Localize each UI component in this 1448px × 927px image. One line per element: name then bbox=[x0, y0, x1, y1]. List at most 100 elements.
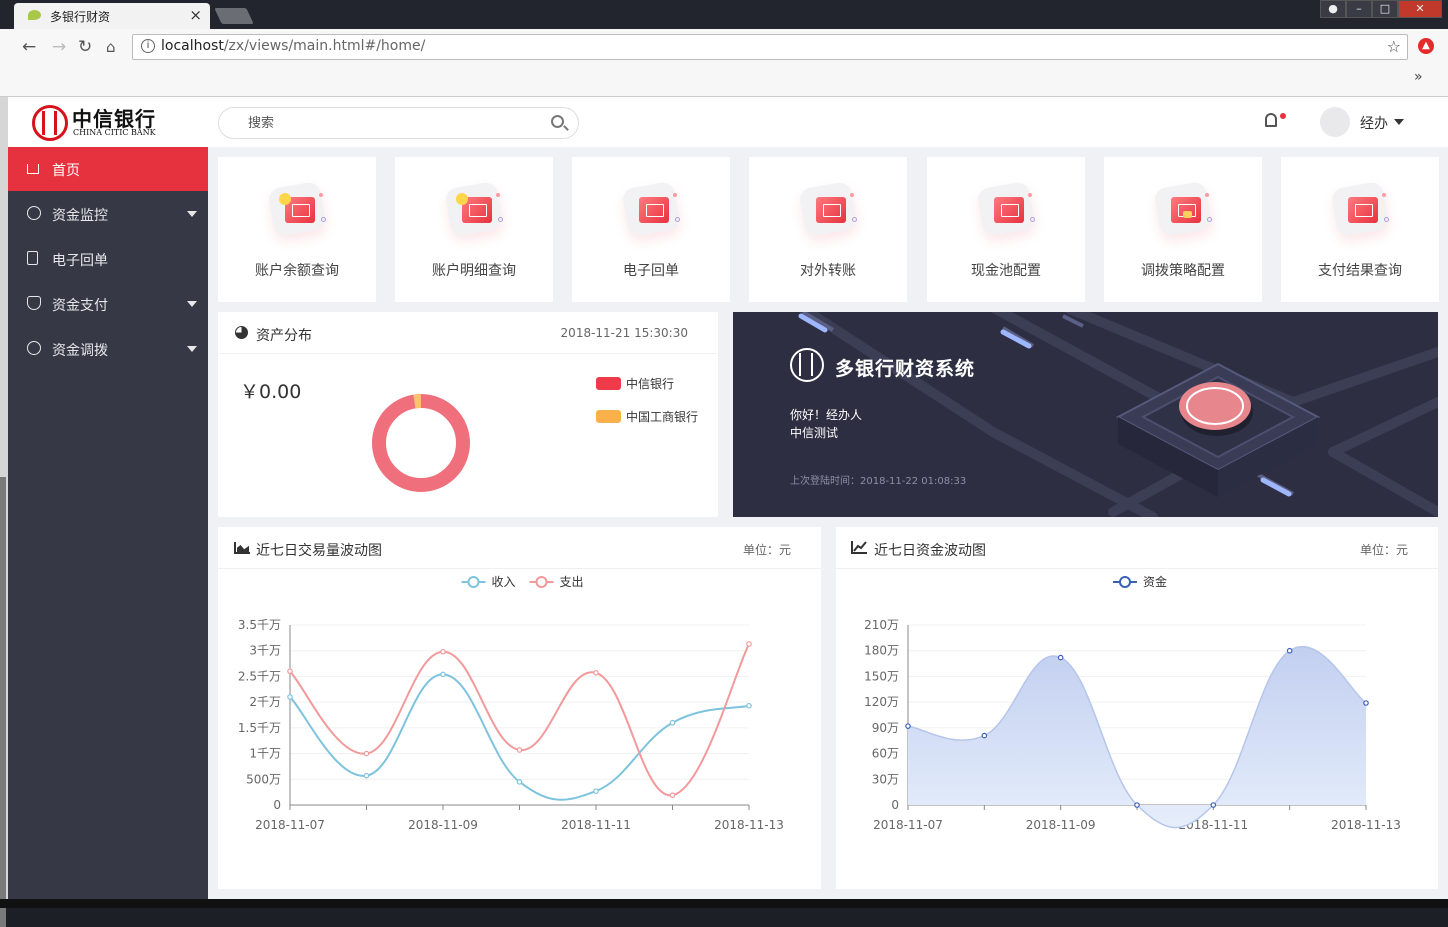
asset-donut-chart bbox=[372, 394, 470, 492]
clock-icon bbox=[27, 206, 41, 220]
data-point bbox=[746, 641, 752, 647]
tile-e-receipt[interactable]: 电子回单 bbox=[572, 157, 730, 302]
asset-distribution-panel: 资产分布 2018-11-21 15:30:30 ￥0.00 中信银行 中国工商… bbox=[218, 312, 718, 517]
document-icon bbox=[27, 251, 38, 265]
bookmark-star-icon[interactable]: ☆ bbox=[1387, 37, 1401, 56]
legend-item-citic[interactable]: 中信银行 bbox=[596, 375, 674, 392]
legend-marker bbox=[1119, 576, 1131, 588]
y-tick-label: 2千万 bbox=[249, 695, 281, 709]
citic-logo-icon bbox=[32, 105, 68, 141]
search-box bbox=[218, 107, 579, 139]
data-point bbox=[440, 648, 446, 655]
y-tick-label: 90万 bbox=[872, 721, 899, 735]
area-chart-icon bbox=[234, 542, 250, 554]
home-chevron-icon[interactable]: ⌂ bbox=[106, 38, 116, 56]
area-fill bbox=[908, 646, 1366, 828]
y-tick-label: 150万 bbox=[864, 669, 899, 683]
user-menu-caret-icon[interactable] bbox=[1394, 119, 1404, 125]
sidebar-item-fund-payment[interactable]: 资金支付 bbox=[8, 282, 208, 326]
sidebar-item-label: 首页 bbox=[52, 163, 80, 179]
minimize-icon[interactable]: – bbox=[1346, 0, 1372, 18]
tile-label: 支付结果查询 bbox=[1318, 263, 1402, 279]
search-icon[interactable] bbox=[551, 115, 564, 128]
data-point bbox=[981, 732, 988, 739]
url-path: /zx/views/main.html#/home/ bbox=[223, 38, 426, 54]
tile-external-transfer[interactable]: 对外转账 bbox=[749, 157, 907, 302]
data-point bbox=[746, 702, 752, 709]
maximize-icon[interactable]: □ bbox=[1372, 0, 1398, 18]
top-header: 中信银行 CHINA CITIC BANK 经办 bbox=[8, 97, 1448, 147]
data-point bbox=[1210, 802, 1217, 808]
e-receipt-icon bbox=[617, 180, 685, 238]
tile-account-balance[interactable]: 账户余额查询 bbox=[218, 157, 376, 302]
welcome-banner: 多银行财资系统 你好！经办人 中信测试 上次登陆时间：2018-11-22 01… bbox=[733, 312, 1438, 517]
y-tick-label: 120万 bbox=[864, 695, 899, 709]
extension-icon[interactable]: ▲ bbox=[1418, 38, 1434, 54]
forward-arrow-icon[interactable]: → bbox=[52, 37, 66, 57]
tile-payment-result[interactable]: 支付结果查询 bbox=[1281, 157, 1439, 302]
transaction-volume-panel: 近七日交易量波动图 单位：元 0 500万 1千万 1.5千万 2千万 2.5千万 3千万 3… bbox=[218, 527, 821, 889]
data-point bbox=[1286, 647, 1293, 654]
tile-allocation-strategy[interactable]: 调拨策略配置 bbox=[1104, 157, 1262, 302]
sidebar-item-e-receipt[interactable]: 电子回单 bbox=[8, 237, 208, 281]
panel-title: 近七日交易量波动图 bbox=[256, 543, 382, 559]
tile-label: 现金池配置 bbox=[971, 263, 1041, 279]
legend-marker bbox=[467, 576, 480, 588]
reload-icon[interactable]: ↻ bbox=[78, 37, 92, 57]
citic-logo-icon bbox=[790, 348, 824, 382]
y-tick-label: 30万 bbox=[872, 772, 899, 786]
info-icon[interactable]: i bbox=[141, 39, 155, 53]
banner-title: 多银行财资系统 bbox=[835, 358, 976, 380]
data-point bbox=[905, 723, 911, 729]
donut-segment-main bbox=[372, 394, 470, 492]
unit-label: 单位：元 bbox=[1359, 543, 1408, 557]
bell-icon[interactable] bbox=[1265, 113, 1277, 127]
allocation-strategy-icon bbox=[1149, 180, 1217, 238]
sidebar-item-fund-allocation[interactable]: 资金调拨 bbox=[8, 327, 208, 371]
page-scrollbar[interactable] bbox=[0, 97, 8, 927]
sidebar-item-home[interactable]: 首页 bbox=[8, 147, 208, 191]
legend-label: 中国工商银行 bbox=[626, 410, 699, 424]
taskbar-strip bbox=[0, 899, 1448, 908]
y-tick-label: 0 bbox=[891, 798, 899, 812]
line-chart-icon bbox=[851, 541, 867, 554]
tab-close-icon[interactable]: × bbox=[189, 6, 202, 24]
user-profile-icon[interactable]: ● bbox=[1320, 0, 1346, 18]
pie-chart-icon bbox=[235, 326, 248, 339]
transfer-icon bbox=[794, 180, 862, 238]
tile-cash-pool[interactable]: 现金池配置 bbox=[927, 157, 1085, 302]
home-icon bbox=[27, 164, 39, 174]
new-tab-button[interactable] bbox=[214, 8, 254, 24]
address-bar[interactable]: i localhost/zx/views/main.html#/home/ ☆ bbox=[132, 34, 1408, 60]
y-tick-label: 210万 bbox=[864, 618, 899, 632]
sidebar-item-label: 资金监控 bbox=[52, 208, 108, 224]
panel-header: 近七日交易量波动图 单位：元 bbox=[218, 527, 821, 569]
avatar[interactable] bbox=[1320, 107, 1350, 137]
back-arrow-icon[interactable]: ← bbox=[22, 37, 36, 57]
sidebar-item-label: 资金支付 bbox=[52, 298, 108, 314]
user-name[interactable]: 经办 bbox=[1360, 113, 1388, 133]
app-root: 中信银行 CHINA CITIC BANK 经办 首页 资金监控 bbox=[8, 97, 1448, 899]
tile-account-detail[interactable]: 账户明细查询 bbox=[395, 157, 553, 302]
payment-search-icon bbox=[1326, 180, 1394, 238]
logo-english-name: CHINA CITIC BANK bbox=[73, 128, 156, 137]
y-tick-label: 1.5千万 bbox=[238, 721, 281, 735]
data-point bbox=[593, 670, 599, 676]
x-tick-label: 2018-11-09 bbox=[1026, 818, 1096, 832]
legend-item-icbc[interactable]: 中国工商银行 bbox=[596, 408, 698, 425]
x-tick-label: 2018-11-09 bbox=[408, 818, 478, 832]
yen-icon bbox=[27, 341, 41, 355]
browser-tab[interactable]: 多银行财资 × bbox=[14, 3, 210, 29]
search-input[interactable] bbox=[248, 114, 538, 132]
y-tick-label: 500万 bbox=[246, 772, 281, 786]
account-detail-icon bbox=[440, 180, 508, 238]
sidebar-item-fund-monitor[interactable]: 资金监控 bbox=[8, 192, 208, 236]
window-close-icon[interactable]: ✕ bbox=[1398, 0, 1442, 18]
tile-label: 对外转账 bbox=[800, 263, 856, 279]
x-tick-label: 2018-11-07 bbox=[255, 818, 325, 832]
data-point bbox=[287, 668, 293, 675]
more-bookmarks-icon[interactable]: » bbox=[1414, 69, 1423, 85]
tile-label: 账户余额查询 bbox=[255, 263, 339, 279]
panel-timestamp: 2018-11-21 15:30:30 bbox=[560, 326, 688, 340]
data-point bbox=[1363, 700, 1369, 706]
